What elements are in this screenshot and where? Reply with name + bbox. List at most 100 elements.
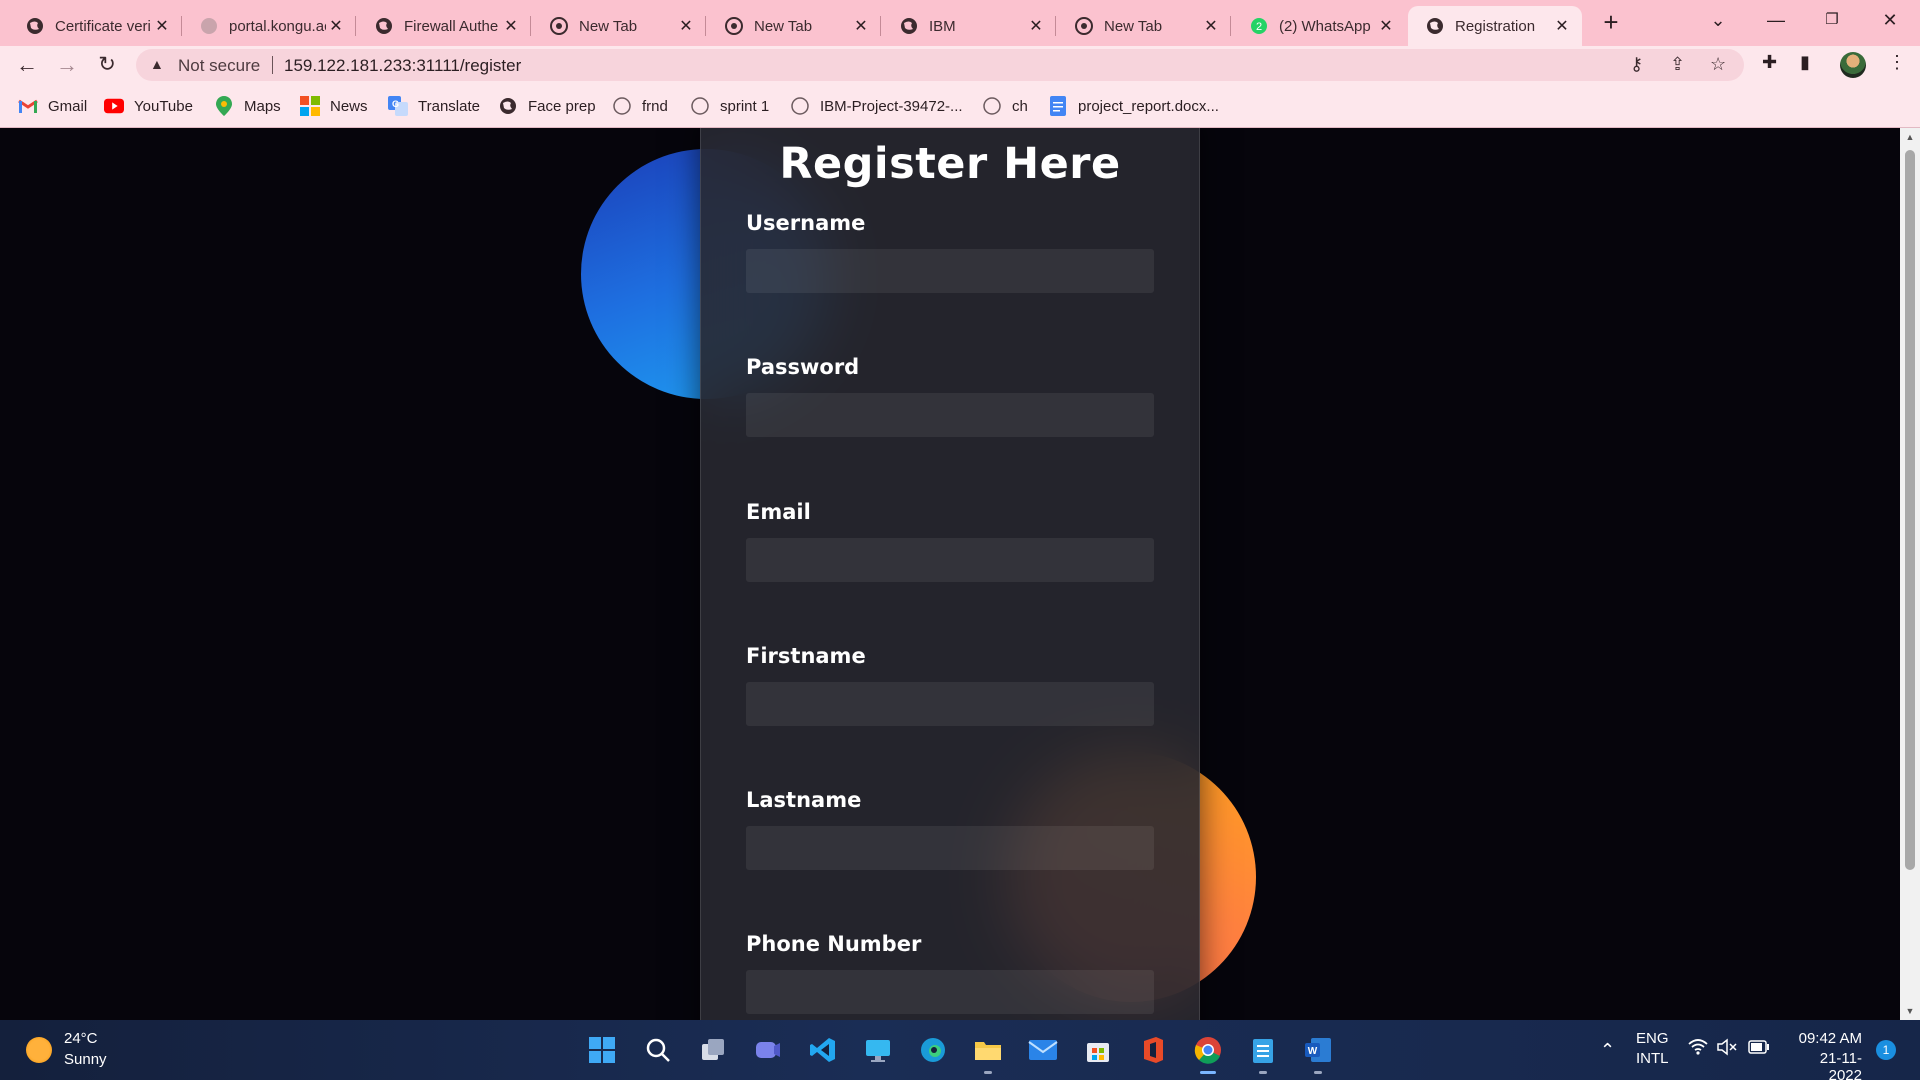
side-panel-icon[interactable]: ▮ <box>1800 52 1810 73</box>
tab-1[interactable]: portal.kongu.ac ✕ <box>182 6 356 46</box>
task-view-icon[interactable] <box>695 1032 731 1068</box>
chrome-icon[interactable] <box>1190 1032 1226 1074</box>
store-icon[interactable] <box>1080 1032 1116 1068</box>
language-code: ENG <box>1636 1030 1669 1047</box>
file-explorer-icon[interactable] <box>970 1032 1006 1074</box>
tab-close-icon[interactable]: ✕ <box>1376 16 1396 36</box>
browser-toolbar: ← → ↻ ▲ Not secure 159.122.181.233:31111… <box>0 46 1920 84</box>
desktop-icon[interactable] <box>860 1032 896 1068</box>
scroll-down-arrow-icon[interactable]: ▼ <box>1900 1002 1920 1020</box>
address-bar[interactable]: ▲ Not secure 159.122.181.233:31111/regis… <box>136 49 1744 81</box>
word-icon[interactable]: W <box>1300 1032 1336 1074</box>
bookmark-label: News <box>330 97 368 115</box>
tab-5[interactable]: IBM ✕ <box>882 6 1056 46</box>
tab-close-icon[interactable]: ✕ <box>501 16 521 36</box>
minimize-button[interactable]: — <box>1748 0 1804 40</box>
tab-title: New Tab <box>754 17 813 35</box>
whatsapp-icon: 2 <box>1251 18 1267 34</box>
bookmark-label: Face prep <box>528 97 596 115</box>
password-input[interactable] <box>746 393 1154 437</box>
translate-icon: G <box>388 96 408 116</box>
chrome-icon <box>550 17 568 35</box>
tab-7[interactable]: 2 (2) WhatsApp ✕ <box>1232 6 1406 46</box>
tab-0[interactable]: Certificate veri ✕ <box>8 6 182 46</box>
tab-title: Certificate veri <box>55 17 151 35</box>
bookmark-label: Translate <box>418 97 480 115</box>
bookmark-translate[interactable]: G Translate <box>388 94 480 118</box>
bookmark-label: frnd <box>642 97 668 115</box>
bookmark-ibm-project[interactable]: IBM-Project-39472-... <box>790 94 963 118</box>
tab-2[interactable]: Firewall Authe ✕ <box>357 6 531 46</box>
forward-button[interactable]: → <box>52 50 82 80</box>
bookmark-label: Gmail <box>48 97 88 115</box>
menu-icon[interactable]: ⋮ <box>1888 52 1906 73</box>
share-icon[interactable]: ⇪ <box>1670 54 1685 75</box>
lastname-input[interactable] <box>746 826 1154 870</box>
scrollbar-thumb[interactable] <box>1905 150 1915 870</box>
bookmark-maps[interactable]: Maps <box>214 94 281 118</box>
warning-icon[interactable]: ▲ <box>150 56 164 72</box>
phone-number-label: Phone Number <box>746 932 922 956</box>
tab-close-icon[interactable]: ✕ <box>676 16 696 36</box>
extensions-icon[interactable]: ✚ <box>1762 52 1777 73</box>
tab-close-icon[interactable]: ✕ <box>326 16 346 36</box>
tab-close-icon[interactable]: ✕ <box>1026 16 1046 36</box>
bookmark-news[interactable]: News <box>300 94 368 118</box>
teams-icon[interactable] <box>750 1032 786 1068</box>
battery-icon[interactable] <box>1748 1040 1770 1080</box>
page-scrollbar[interactable]: ▲ ▼ <box>1900 128 1920 1020</box>
tab-3[interactable]: New Tab ✕ <box>532 6 706 46</box>
tab-search-chevron-icon[interactable]: ⌄ <box>1690 0 1746 40</box>
avatar[interactable] <box>1840 52 1866 78</box>
close-window-button[interactable]: ✕ <box>1862 0 1918 40</box>
speaker-muted-icon[interactable] <box>1716 1038 1738 1080</box>
email-input[interactable] <box>746 538 1154 582</box>
bookmark-youtube[interactable]: YouTube <box>104 94 193 118</box>
vscode-icon[interactable] <box>805 1032 841 1068</box>
bookmark-gmail[interactable]: Gmail <box>18 94 87 118</box>
back-button[interactable]: ← <box>12 50 42 80</box>
app-running-indicator <box>1314 1071 1322 1074</box>
globe-icon <box>1427 18 1443 34</box>
edge-icon[interactable] <box>915 1032 951 1068</box>
bookmark-frnd[interactable]: frnd <box>612 94 668 118</box>
tab-8-active[interactable]: Registration ✕ <box>1408 6 1582 46</box>
search-icon[interactable] <box>640 1032 676 1068</box>
security-label[interactable]: Not secure <box>178 56 260 76</box>
bookmark-face-prep[interactable]: Face prep <box>498 94 596 118</box>
bookmark-star-icon[interactable]: ☆ <box>1710 54 1726 75</box>
tab-close-icon[interactable]: ✕ <box>152 16 172 36</box>
scroll-up-arrow-icon[interactable]: ▲ <box>1900 128 1920 146</box>
tray-overflow-chevron-icon[interactable]: ⌃ <box>1600 1040 1615 1080</box>
language-indicator[interactable]: ENG INTL <box>1636 1030 1669 1080</box>
globe-icon <box>27 18 43 34</box>
tab-close-icon[interactable]: ✕ <box>1552 16 1572 36</box>
restore-button[interactable]: ❐ <box>1804 0 1860 40</box>
bookmark-ch[interactable]: ch <box>982 94 1028 118</box>
wifi-icon[interactable] <box>1688 1038 1708 1080</box>
globe-icon <box>901 18 917 34</box>
office-icon[interactable] <box>1135 1032 1171 1068</box>
mail-icon[interactable] <box>1025 1032 1061 1068</box>
tab-6[interactable]: New Tab ✕ <box>1057 6 1231 46</box>
username-input[interactable] <box>746 249 1154 293</box>
page-viewport: Register Here Username Password Email Fi… <box>0 128 1900 1020</box>
address-divider <box>272 56 273 74</box>
url-text[interactable]: 159.122.181.233:31111/register <box>284 56 521 76</box>
reload-button[interactable]: ↻ <box>92 50 122 80</box>
maps-icon <box>214 96 234 116</box>
tab-close-icon[interactable]: ✕ <box>1201 16 1221 36</box>
tab-close-icon[interactable]: ✕ <box>851 16 871 36</box>
clock[interactable]: 09:42 AM 21-11-2022 <box>1790 1030 1862 1080</box>
notification-badge[interactable]: 1 <box>1876 1040 1896 1060</box>
firstname-input[interactable] <box>746 682 1154 726</box>
bookmark-sprint-1[interactable]: sprint 1 <box>690 94 769 118</box>
bookmark-project-report[interactable]: project_report.docx... <box>1048 94 1219 118</box>
key-icon[interactable]: ⚷ <box>1630 54 1643 75</box>
phone-number-input[interactable] <box>746 970 1154 1014</box>
windows-start-icon[interactable] <box>584 1032 620 1068</box>
new-tab-button[interactable]: + <box>1596 8 1626 38</box>
notepad-icon[interactable] <box>1245 1032 1281 1074</box>
tab-4[interactable]: New Tab ✕ <box>707 6 881 46</box>
lastname-label: Lastname <box>746 788 862 812</box>
